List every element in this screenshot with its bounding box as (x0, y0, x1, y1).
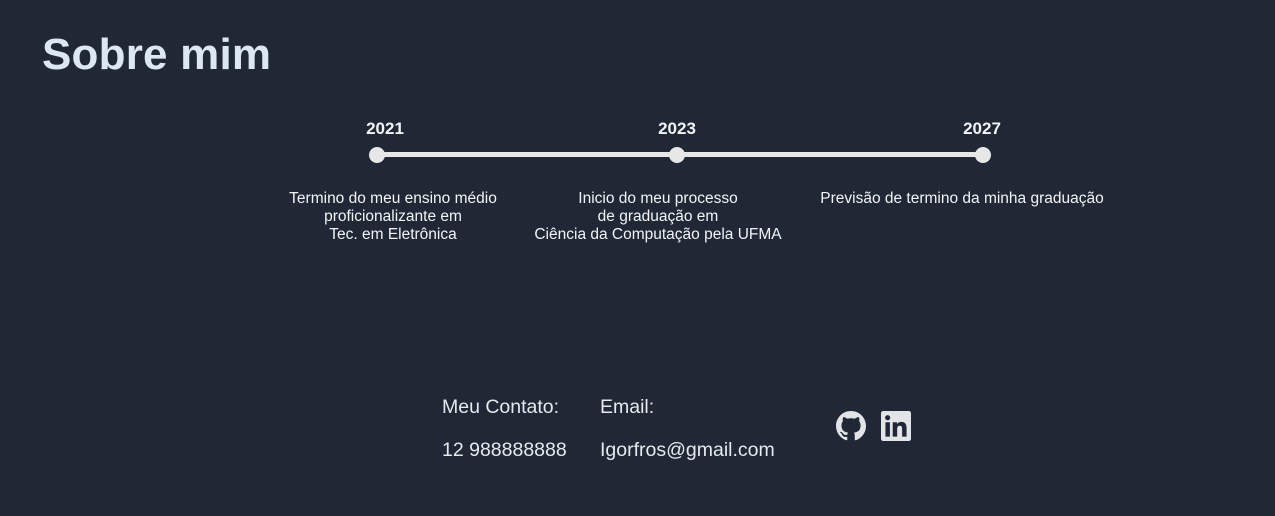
github-icon[interactable] (836, 411, 866, 441)
contact-email: Igorfros@gmail.com (600, 439, 775, 461)
page-title: Sobre mim (42, 30, 272, 79)
timeline-description-2023: Inicio do meu processo de graduação em C… (534, 190, 782, 243)
timeline-dot (975, 147, 991, 163)
timeline-description-2021: Termino do meu ensino médio proficionali… (289, 190, 497, 243)
contact-label: Meu Contato: (442, 396, 560, 418)
timeline-description-2027: Previsão de termino da minha graduação (820, 190, 1104, 207)
timeline-dot (369, 147, 385, 163)
timeline-year-2027: 2027 (963, 119, 1001, 138)
timeline-year-2023: 2023 (658, 119, 696, 138)
email-label: Email: (600, 396, 655, 418)
timeline-year-2021: 2021 (366, 119, 404, 138)
contact-phone: 12 988888888 (442, 439, 567, 461)
timeline-dot (669, 147, 685, 163)
linkedin-icon[interactable] (881, 411, 911, 441)
